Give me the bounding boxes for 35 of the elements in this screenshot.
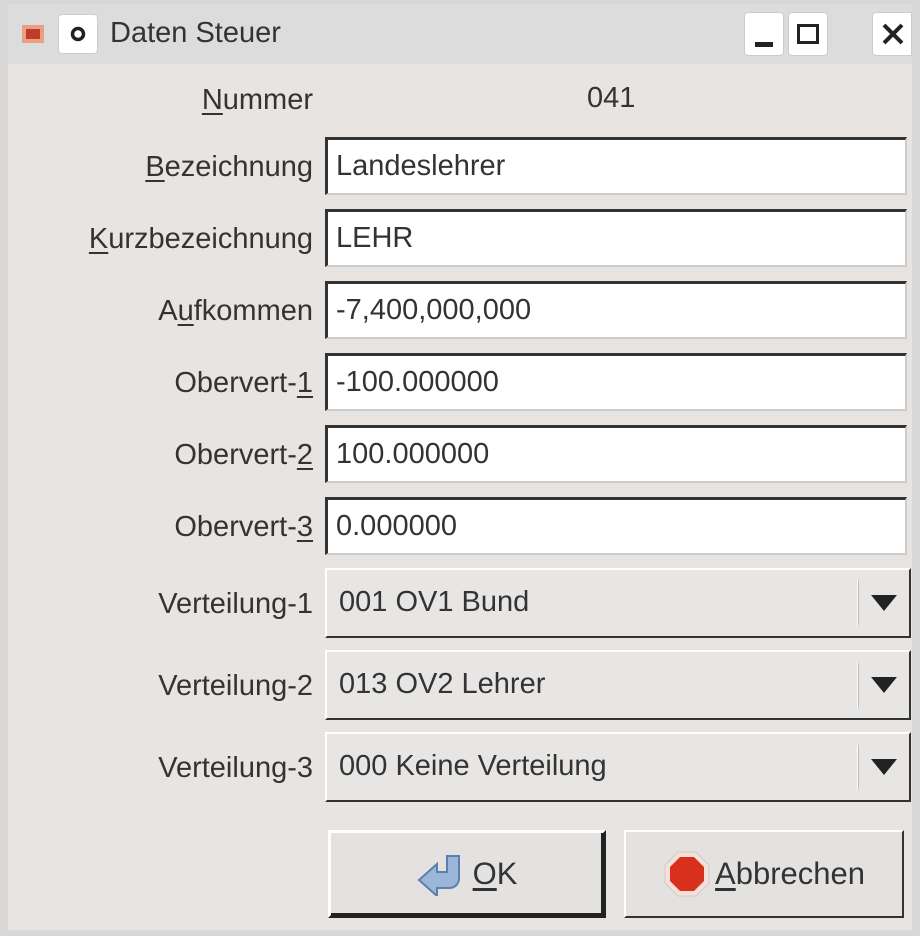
field-label: Kurzbezeichnung <box>88 222 313 258</box>
input-field[interactable]: LEHR <box>325 209 907 267</box>
input-field[interactable]: Landeslehrer <box>325 137 907 195</box>
input-field[interactable]: -7,400,000,000 <box>325 281 907 339</box>
number-value: 041 <box>587 82 636 114</box>
maximize-button[interactable] <box>788 12 828 56</box>
minimize-button[interactable] <box>744 12 784 56</box>
close-icon <box>881 22 905 46</box>
window-menu-button[interactable] <box>58 14 98 54</box>
maximize-icon <box>797 24 819 44</box>
dropdown-arrow-icon <box>871 677 897 693</box>
field-label: Verteilung-3 <box>158 751 313 786</box>
field-label: Verteilung-2 <box>158 669 313 704</box>
field-label: Obervert-1 <box>174 366 313 402</box>
input-field[interactable]: -100.000000 <box>325 353 907 411</box>
ring-icon <box>70 26 86 42</box>
input-field[interactable]: 0.000000 <box>325 497 907 555</box>
field-label: Obervert-2 <box>174 438 313 474</box>
cancel-button[interactable]: Abbrechen <box>624 830 904 918</box>
stop-sign-icon <box>663 850 712 898</box>
field-label: Nummer <box>202 83 313 118</box>
field-label: Aufkommen <box>158 294 313 330</box>
input-field[interactable]: 100.000000 <box>325 425 907 483</box>
field-label: Bezeichnung <box>145 150 313 186</box>
close-button[interactable] <box>872 12 912 56</box>
minimize-icon <box>755 42 773 47</box>
window-title: Daten Steuer <box>110 16 282 52</box>
dropdown-arrow-icon <box>871 595 897 611</box>
dropdown[interactable]: 000 Keine Verteilung <box>325 732 911 802</box>
dropdown-arrow-icon <box>871 759 897 775</box>
dropdown[interactable]: 013 OV2 Lehrer <box>325 650 911 720</box>
field-label: Verteilung-1 <box>158 587 313 622</box>
field-label: Obervert-3 <box>174 510 313 546</box>
dropdown[interactable]: 001 OV1 Bund <box>325 568 911 638</box>
ok-button[interactable]: OK <box>328 830 606 918</box>
